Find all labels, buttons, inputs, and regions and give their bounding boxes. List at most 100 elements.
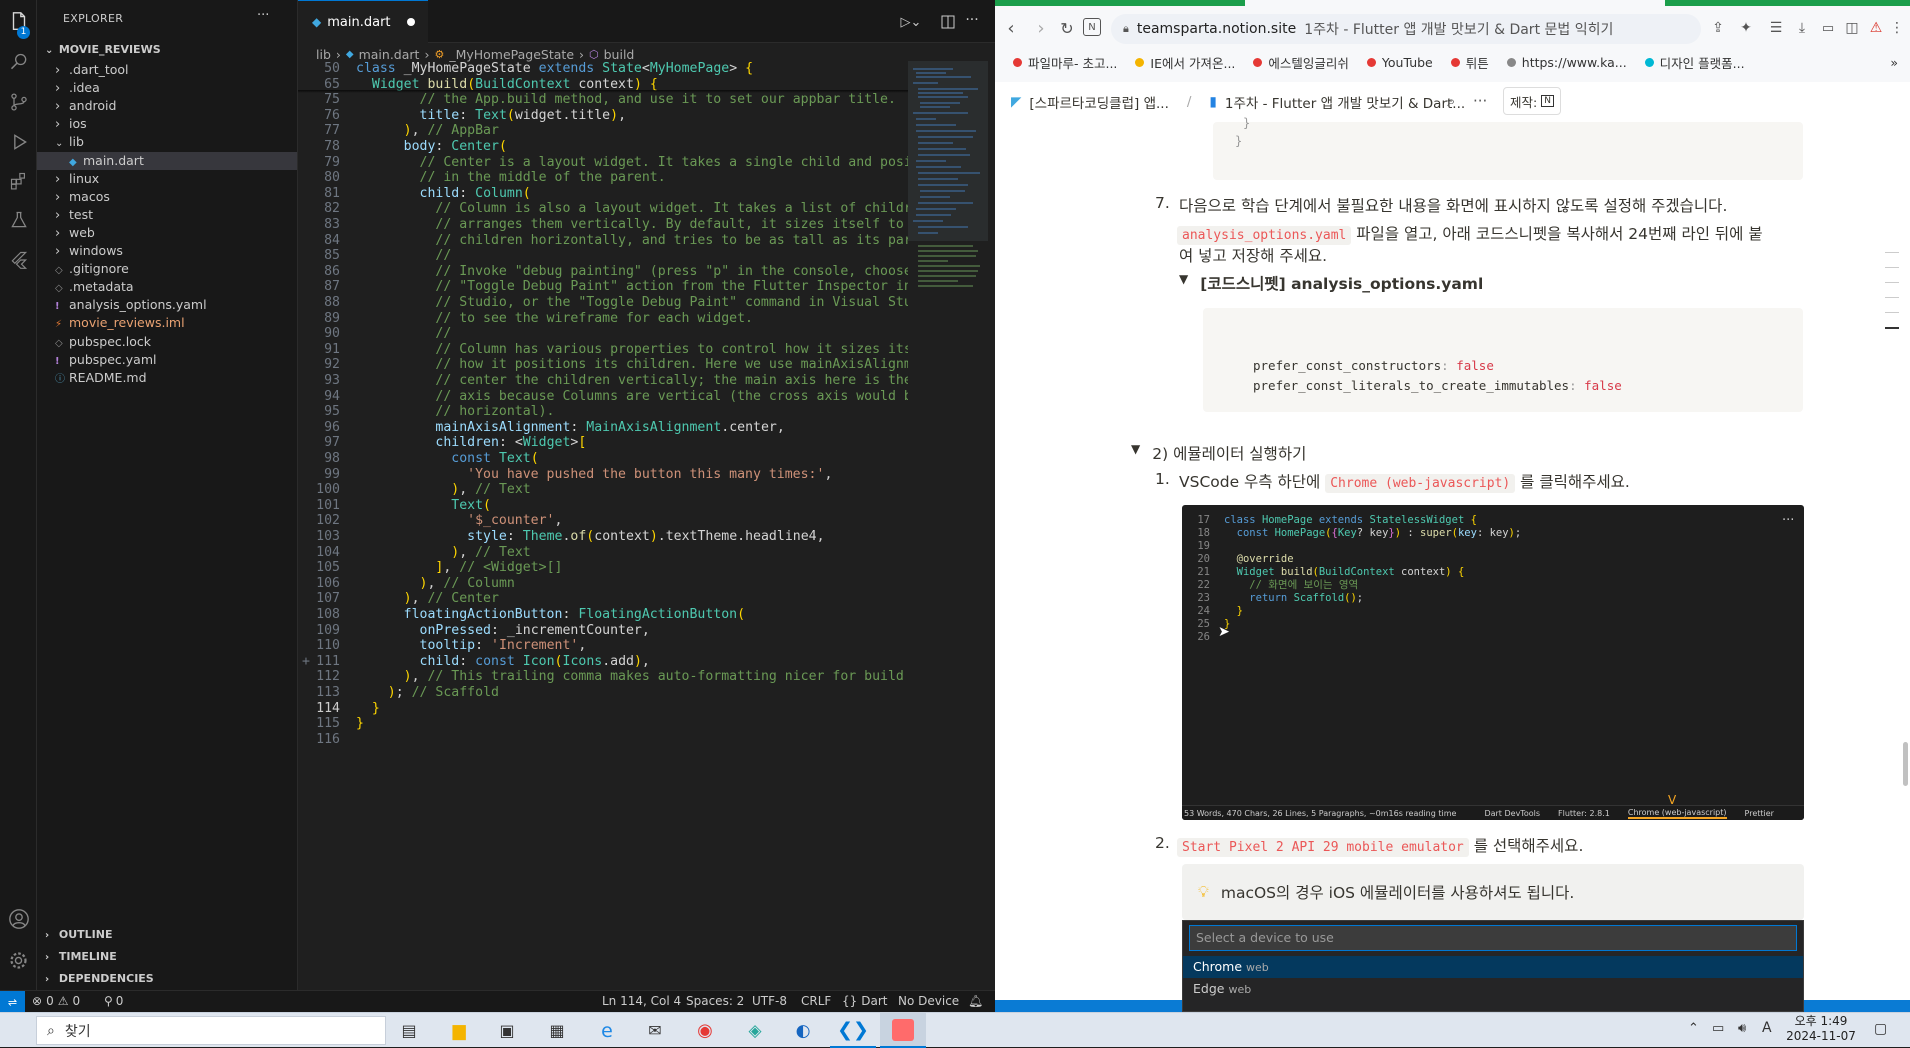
tray-chevron-icon[interactable]: ⌃: [1688, 1021, 1699, 1036]
tree-folder[interactable]: › android: [37, 97, 297, 115]
vpn-icon[interactable]: ◐: [780, 1013, 826, 1048]
tree-file[interactable]: ◇ pubspec.lock: [37, 333, 297, 351]
language-mode[interactable]: {} Dart: [842, 994, 888, 1008]
breadcrumb-class[interactable]: _MyHomePageState: [449, 47, 574, 62]
vscode-icon[interactable]: ❮❯: [830, 1013, 876, 1048]
tree-folder[interactable]: ⌄ lib: [37, 133, 297, 151]
project-root[interactable]: ⌄ MOVIE_REVIEWS: [37, 39, 297, 61]
ime-indicator[interactable]: A: [1762, 1020, 1772, 1036]
tree-folder[interactable]: › .dart_tool: [37, 61, 297, 79]
tree-file[interactable]: ◇ .metadata: [37, 278, 297, 296]
run-debug-icon[interactable]: [0, 124, 37, 160]
remote-icon[interactable]: ⇌: [0, 991, 25, 1013]
notion-site-icon[interactable]: N: [1083, 18, 1101, 36]
site-info-icon[interactable]: 🔒︎: [1123, 22, 1129, 36]
store-icon[interactable]: ▣: [484, 1013, 530, 1048]
volume-icon[interactable]: 🔊︎: [1738, 1021, 1746, 1036]
cursor-position[interactable]: Ln 114, Col 4: [602, 994, 681, 1008]
flutter-icon[interactable]: [0, 242, 37, 278]
extensions-icon[interactable]: [0, 163, 37, 199]
ie-icon[interactable]: e: [584, 1013, 630, 1048]
toggle-code-snippet[interactable]: ▼ [코드스니펫] analysis_options.yaml: [1179, 272, 1483, 294]
device-selector[interactable]: No Device: [898, 994, 959, 1008]
app-icon[interactable]: ◈: [732, 1013, 778, 1048]
dependencies-section[interactable]: › DEPENDENCIES: [37, 968, 297, 990]
sidepanel-icon[interactable]: ◫: [1841, 16, 1863, 40]
tree-folder[interactable]: › linux: [37, 170, 297, 188]
settings-gear-icon[interactable]: [0, 942, 37, 978]
bookmark-item[interactable]: 에스텔잉글리쉬: [1253, 53, 1349, 72]
extension-puzzle-icon[interactable]: ✦: [1735, 16, 1757, 40]
back-icon[interactable]: ‹: [999, 16, 1023, 40]
tree-file[interactable]: ◆ main.dart: [37, 151, 297, 170]
share-icon[interactable]: ⇪: [1707, 16, 1729, 40]
encoding[interactable]: UTF-8: [752, 994, 787, 1008]
breadcrumb-current[interactable]: 1주차 - Flutter 앱 개발 맛보기 & Dart...: [1225, 92, 1465, 112]
notifications-bell-icon[interactable]: 🔔︎: [968, 994, 983, 1008]
tree-folder[interactable]: › macos: [37, 188, 297, 206]
tree-file[interactable]: ⓘ README.md: [37, 369, 297, 387]
explorer-more-button[interactable]: ···: [257, 8, 269, 23]
reload-icon[interactable]: ↻: [1055, 16, 1079, 40]
yaml-code-block[interactable]: prefer_const_constructors: false prefer_…: [1203, 308, 1803, 412]
task-view-icon[interactable]: ▤: [386, 1013, 432, 1048]
problems-indicator[interactable]: ⊗ 0 ⚠ 0: [32, 994, 80, 1008]
cast-icon[interactable]: ▭: [1817, 16, 1839, 40]
more-actions-icon[interactable]: ···: [962, 10, 982, 30]
toggle-section-2[interactable]: ▼ 2) 에뮬레이터 실행하기: [1131, 442, 1306, 464]
timeline-section[interactable]: › TIMELINE: [37, 946, 297, 968]
page-scrollbar[interactable]: [1903, 742, 1908, 786]
made-with-notion-button[interactable]: 제작: N: [1503, 87, 1561, 115]
download-icon[interactable]: ⤓: [1791, 16, 1813, 40]
source-control-icon[interactable]: [0, 84, 37, 120]
more-icon[interactable]: ···: [1473, 92, 1487, 110]
minimap[interactable]: [908, 61, 993, 881]
code-editor[interactable]: 50 class _MyHomePageState extends State<M…: [298, 61, 908, 881]
tree-folder[interactable]: › ios: [37, 115, 297, 133]
breadcrumb-file[interactable]: main.dart: [359, 47, 420, 62]
bookmark-item[interactable]: IE에서 가져온...: [1135, 53, 1235, 72]
indentation[interactable]: Spaces: 2: [686, 994, 744, 1008]
clock[interactable]: 오후 1:49 2024-11-07: [1786, 1014, 1856, 1044]
bookmarks-overflow-icon[interactable]: »: [1890, 55, 1898, 70]
calculator-icon[interactable]: ▦: [534, 1013, 580, 1048]
mail-icon[interactable]: ✉: [632, 1013, 678, 1048]
outline-section[interactable]: › OUTLINE: [37, 924, 297, 946]
bookmark-item[interactable]: 튀튼: [1450, 53, 1489, 72]
bookmark-item[interactable]: 파일마루- 초고...: [1013, 53, 1117, 72]
unsaved-dot-icon[interactable]: [406, 18, 415, 26]
tree-file[interactable]: ⚡ movie_reviews.iml: [37, 314, 297, 332]
menu-kebab-icon[interactable]: ⋮: [1887, 16, 1907, 40]
breadcrumb-method[interactable]: build: [604, 47, 635, 62]
tree-folder[interactable]: › .idea: [37, 79, 297, 97]
search-icon[interactable]: [0, 44, 37, 80]
tree-file[interactable]: ! analysis_options.yaml: [37, 296, 297, 314]
breadcrumb-parent[interactable]: [스파르타코딩클럽] 앱...: [1029, 92, 1168, 112]
tree-file[interactable]: ! pubspec.yaml: [37, 351, 297, 369]
notification-icon[interactable]: ▢: [1874, 1021, 1887, 1037]
search-icon[interactable]: ⌕: [1447, 92, 1455, 110]
tree-folder[interactable]: › windows: [37, 242, 297, 260]
tree-folder[interactable]: › test: [37, 206, 297, 224]
split-editor-icon[interactable]: [938, 12, 958, 32]
bookmark-item[interactable]: YouTube: [1366, 55, 1433, 70]
taskbar-search[interactable]: ⌕ 찾기: [36, 1016, 386, 1045]
run-dropdown-icon[interactable]: ▷⌄: [900, 12, 922, 32]
address-bar[interactable]: 🔒︎ teamsparta.notion.site 1주차 - Flutter …: [1111, 14, 1701, 44]
file-explorer-icon[interactable]: ▆: [436, 1013, 482, 1048]
tree-file[interactable]: ◇ .gitignore: [37, 260, 297, 278]
page-outline-scroll[interactable]: [1885, 252, 1899, 343]
forward-icon[interactable]: ›: [1029, 16, 1053, 40]
tree-folder[interactable]: › web: [37, 224, 297, 242]
recorder-icon[interactable]: [880, 1013, 926, 1048]
line-ending[interactable]: CRLF: [801, 994, 831, 1008]
warning-icon[interactable]: ⚠: [1865, 16, 1887, 40]
account-icon[interactable]: [0, 901, 37, 937]
ports-indicator[interactable]: ⚲ 0: [104, 994, 123, 1008]
bookmark-item[interactable]: https://www.ka...: [1506, 55, 1627, 70]
reading-list-icon[interactable]: ☰: [1765, 16, 1787, 40]
breadcrumb-lib[interactable]: lib: [316, 47, 331, 62]
bookmark-item[interactable]: 디자인 플랫폼...: [1644, 53, 1745, 72]
explorer-icon[interactable]: 1: [0, 4, 37, 40]
chrome-icon[interactable]: ◉: [682, 1013, 728, 1048]
